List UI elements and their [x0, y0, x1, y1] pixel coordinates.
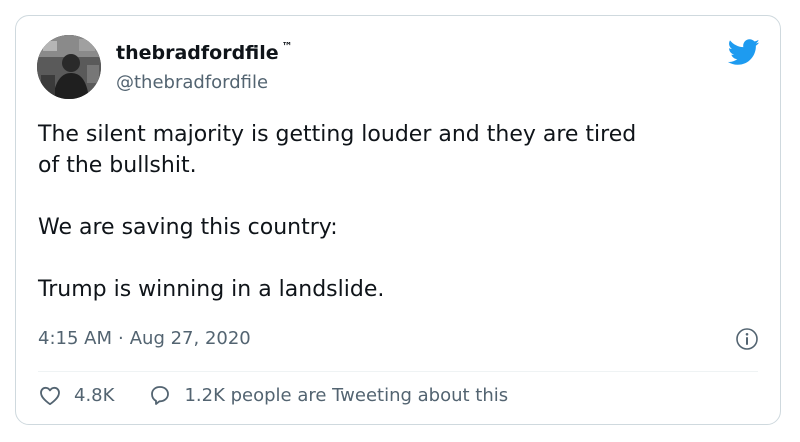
- tweet-card: thebradfordfile ™ @thebradfordfile The s…: [15, 15, 781, 425]
- tweet-line: The silent majority is getting louder an…: [38, 122, 637, 147]
- trademark-badge: ™: [281, 40, 293, 53]
- info-icon[interactable]: [735, 327, 759, 351]
- tweet-time[interactable]: 4:15 AM: [38, 328, 112, 349]
- reply-button[interactable]: 1.2K people are Tweeting about this: [148, 383, 508, 407]
- tweet-line: We are saving this country:: [38, 215, 338, 240]
- tweet-text: The silent majority is getting louder an…: [38, 119, 768, 305]
- author-handle[interactable]: @thebradfordfile: [116, 72, 268, 93]
- author-display-name[interactable]: thebradfordfile: [116, 41, 279, 65]
- author-name-row[interactable]: thebradfordfile ™: [116, 40, 293, 65]
- divider: [38, 371, 758, 372]
- line-break: [38, 243, 768, 274]
- tweet-line: Trump is winning in a landslide.: [38, 277, 385, 302]
- speech-bubble-icon: [151, 386, 170, 405]
- tweet-timestamp[interactable]: 4:15 AM · Aug 27, 2020: [38, 328, 251, 349]
- conversation-count: 1.2K people are Tweeting about this: [184, 384, 509, 406]
- tweet-actions: 4.8K 1.2K people are Tweeting about this: [38, 383, 508, 407]
- like-count: 4.8K: [74, 384, 115, 406]
- separator: ·: [118, 328, 124, 349]
- avatar-image: [37, 35, 101, 99]
- line-break: [38, 181, 768, 212]
- like-button[interactable]: 4.8K: [38, 383, 114, 407]
- twitter-bird-icon[interactable]: [728, 39, 760, 66]
- tweet-date[interactable]: Aug 27, 2020: [130, 328, 251, 349]
- avatar[interactable]: [37, 35, 101, 99]
- heart-icon: [40, 386, 60, 406]
- tweet-line: of the bullshit.: [38, 153, 197, 178]
